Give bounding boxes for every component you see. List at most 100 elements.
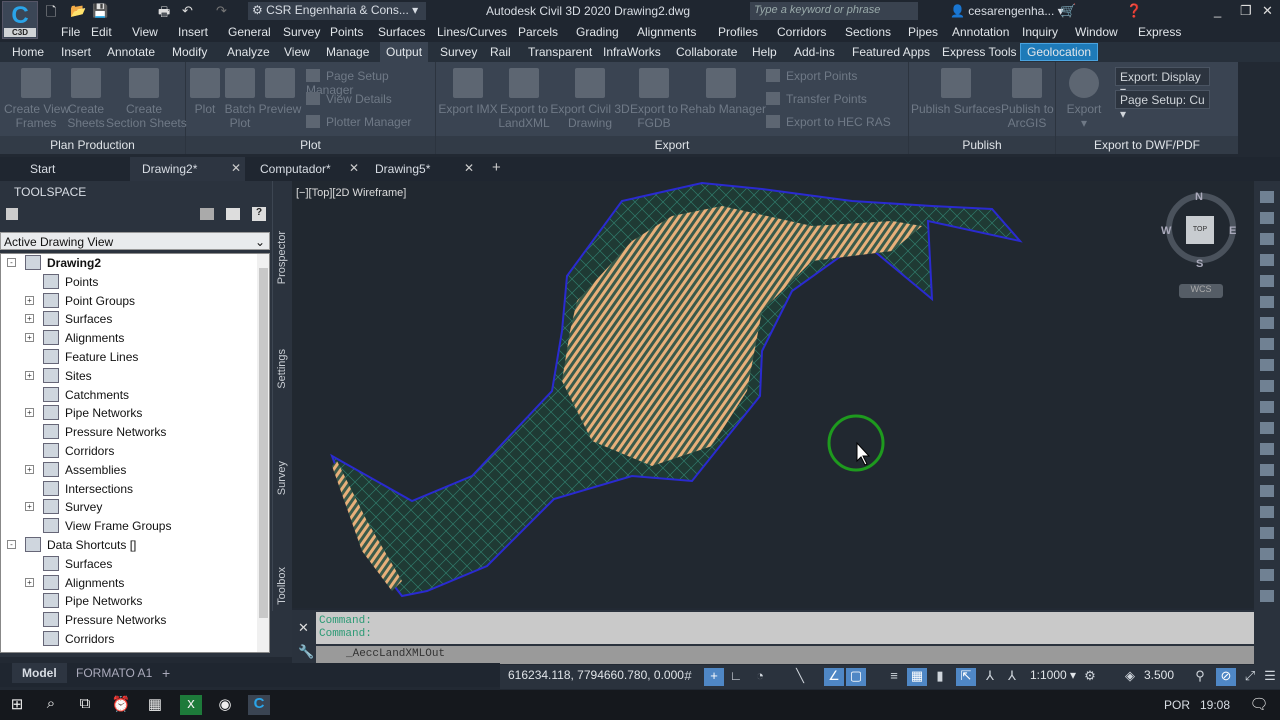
export-dwf-button[interactable]: Export ▾ [1062,68,1106,130]
side-tab-prospector[interactable]: Prospector [276,231,288,284]
add-layout-icon[interactable]: + [162,665,170,681]
expand-toggle-icon[interactable]: + [25,502,34,512]
open-icon[interactable]: 📂 [70,3,86,19]
isodraft-icon[interactable]: ╲ [790,668,810,686]
annotation-scale[interactable]: 1:1000 ▾ [1030,668,1076,686]
tree-item[interactable]: + Pipe Networks [25,405,142,424]
plot-button[interactable]: Plot [188,68,222,116]
tab-geolocation[interactable]: Geolocation [1020,43,1099,61]
user-account[interactable]: 👤 cesarengenha... ▾ [950,4,1064,18]
tab-insert[interactable]: Insert [61,45,91,59]
customize-wrench-icon[interactable]: 🔧 [298,644,314,660]
object-snap-icon[interactable]: ▢ [846,668,866,686]
export-points-button[interactable]: Export Points [766,69,857,83]
export-civil3d-drawing-button[interactable]: Export Civil 3D Drawing [550,68,630,130]
tree-item[interactable]: Intersections [43,480,133,500]
expand-toggle-icon[interactable]: - [7,540,16,549]
tree-item[interactable]: Pressure Networks [43,612,166,631]
tab-home[interactable]: Home [12,45,44,59]
isolate-icon[interactable]: ⚲ [1190,668,1210,686]
expand-toggle-icon[interactable]: + [25,577,34,587]
item-view-icon[interactable] [226,208,240,220]
expand-toggle-icon[interactable]: + [25,408,34,418]
new-tab-icon[interactable]: + [492,159,501,176]
navigation-tool-icon[interactable] [1260,464,1274,476]
tab-express-tools[interactable]: Express Tools [942,45,1016,59]
export-hec-ras-button[interactable]: Export to HEC RAS [766,115,891,129]
menu-general[interactable]: General [228,25,271,39]
doc-tab[interactable]: Drawing5* [363,157,478,181]
menu-survey[interactable]: Survey [283,25,320,39]
tree-item[interactable]: Feature Lines [43,349,138,368]
compass-east[interactable]: E [1229,225,1236,237]
navigation-tool-icon[interactable] [1260,212,1274,224]
publish-surfaces-button[interactable]: Publish Surfaces [911,68,1001,116]
tree-scrollbar[interactable] [257,254,269,652]
menu-express[interactable]: Express [1138,25,1181,39]
expand-toggle-icon[interactable]: + [25,370,34,380]
rehab-manager-button[interactable]: Rehab Manager [680,68,766,116]
civil3d-taskbar-icon[interactable]: C [248,695,270,715]
close-tab-icon[interactable]: ✕ [349,161,359,175]
compass-south[interactable]: S [1196,258,1203,270]
menu-inquiry[interactable]: Inquiry [1022,25,1058,39]
transparency-icon[interactable]: ▦ [907,668,927,686]
side-tab-toolbox[interactable]: Toolbox [276,567,288,605]
tree-item[interactable]: Surfaces [43,555,112,575]
application-menu-button[interactable]: C C3D [2,1,38,39]
export-landxml-button[interactable]: Export to LandXML [498,68,550,130]
scrollbar-thumb[interactable] [259,268,268,618]
tree-item[interactable]: Pressure Networks [43,424,166,443]
search-input[interactable]: Type a keyword or phrase [750,2,918,20]
tree-item[interactable]: Corridors [43,631,114,650]
menu-window[interactable]: Window [1075,25,1118,39]
tab-output[interactable]: Output [380,42,429,62]
side-tab-settings[interactable]: Settings [276,349,288,389]
navigation-tool-icon[interactable] [1260,527,1274,539]
notifications-icon[interactable]: 🗨 [1248,695,1270,715]
grid-icon[interactable]: # [678,668,698,686]
alarm-clock-icon[interactable]: ⏰ [110,695,132,715]
view-details-button[interactable]: View Details [306,92,392,106]
excel-icon[interactable]: x [180,695,202,715]
menu-view[interactable]: View [132,25,158,39]
tree-item[interactable]: - Drawing2 [7,255,101,274]
undo-icon[interactable]: ↶ [182,3,193,19]
close-command-icon[interactable]: ✕ [298,620,309,636]
redo-icon[interactable]: ↷ [216,3,227,19]
close-tab-icon[interactable]: ✕ [464,161,474,175]
navigation-tool-icon[interactable] [1260,338,1274,350]
menu-lines-curves[interactable]: Lines/Curves [437,25,507,39]
help-icon[interactable]: ❓ [1126,3,1142,19]
navigation-tool-icon[interactable] [1260,191,1274,203]
side-tab-survey[interactable]: Survey [276,461,288,495]
doc-tab[interactable]: Drawing2* [130,157,245,181]
hardware-acceleration-icon[interactable]: ⊘ [1216,668,1236,686]
navigation-tool-icon[interactable] [1260,590,1274,602]
expand-toggle-icon[interactable]: + [25,333,34,343]
clock[interactable]: 19:08 [1200,698,1230,712]
cart-icon[interactable]: 🛒 [1060,3,1076,19]
create-view-frames-button[interactable]: Create View Frames [4,68,69,130]
close-tab-icon[interactable]: ✕ [231,161,241,175]
navigation-tool-icon[interactable] [1260,359,1274,371]
tree-item[interactable]: + Survey [25,499,102,518]
selection-cycling-icon[interactable]: ▮ [930,668,950,686]
tab-help[interactable]: Help [752,45,777,59]
command-input[interactable]: _AeccLandXMLOut [316,646,1254,664]
menu-surfaces[interactable]: Surfaces [378,25,425,39]
tab-modify[interactable]: Modify [172,45,207,59]
tree-item[interactable]: Pipe Networks [43,593,142,612]
expand-toggle-icon[interactable]: + [25,464,34,474]
object-snap-tracking-icon[interactable]: ∠ [824,668,844,686]
expand-toggle-icon[interactable]: + [25,314,34,324]
navigation-tool-icon[interactable] [1260,401,1274,413]
navigation-tool-icon[interactable] [1260,233,1274,245]
calculator-icon[interactable]: ▦ [144,695,166,715]
lineweight-value[interactable]: 3.500 [1144,668,1174,686]
language-indicator[interactable]: POR [1164,698,1190,712]
lineweight-icon[interactable]: ≡ [884,668,904,686]
coordinates-readout[interactable]: 616234.118, 7794660.780, 0.000 [508,668,684,686]
navigation-tool-icon[interactable] [1260,275,1274,287]
annotation-visibility-icon[interactable]: ⅄ [980,668,1000,686]
